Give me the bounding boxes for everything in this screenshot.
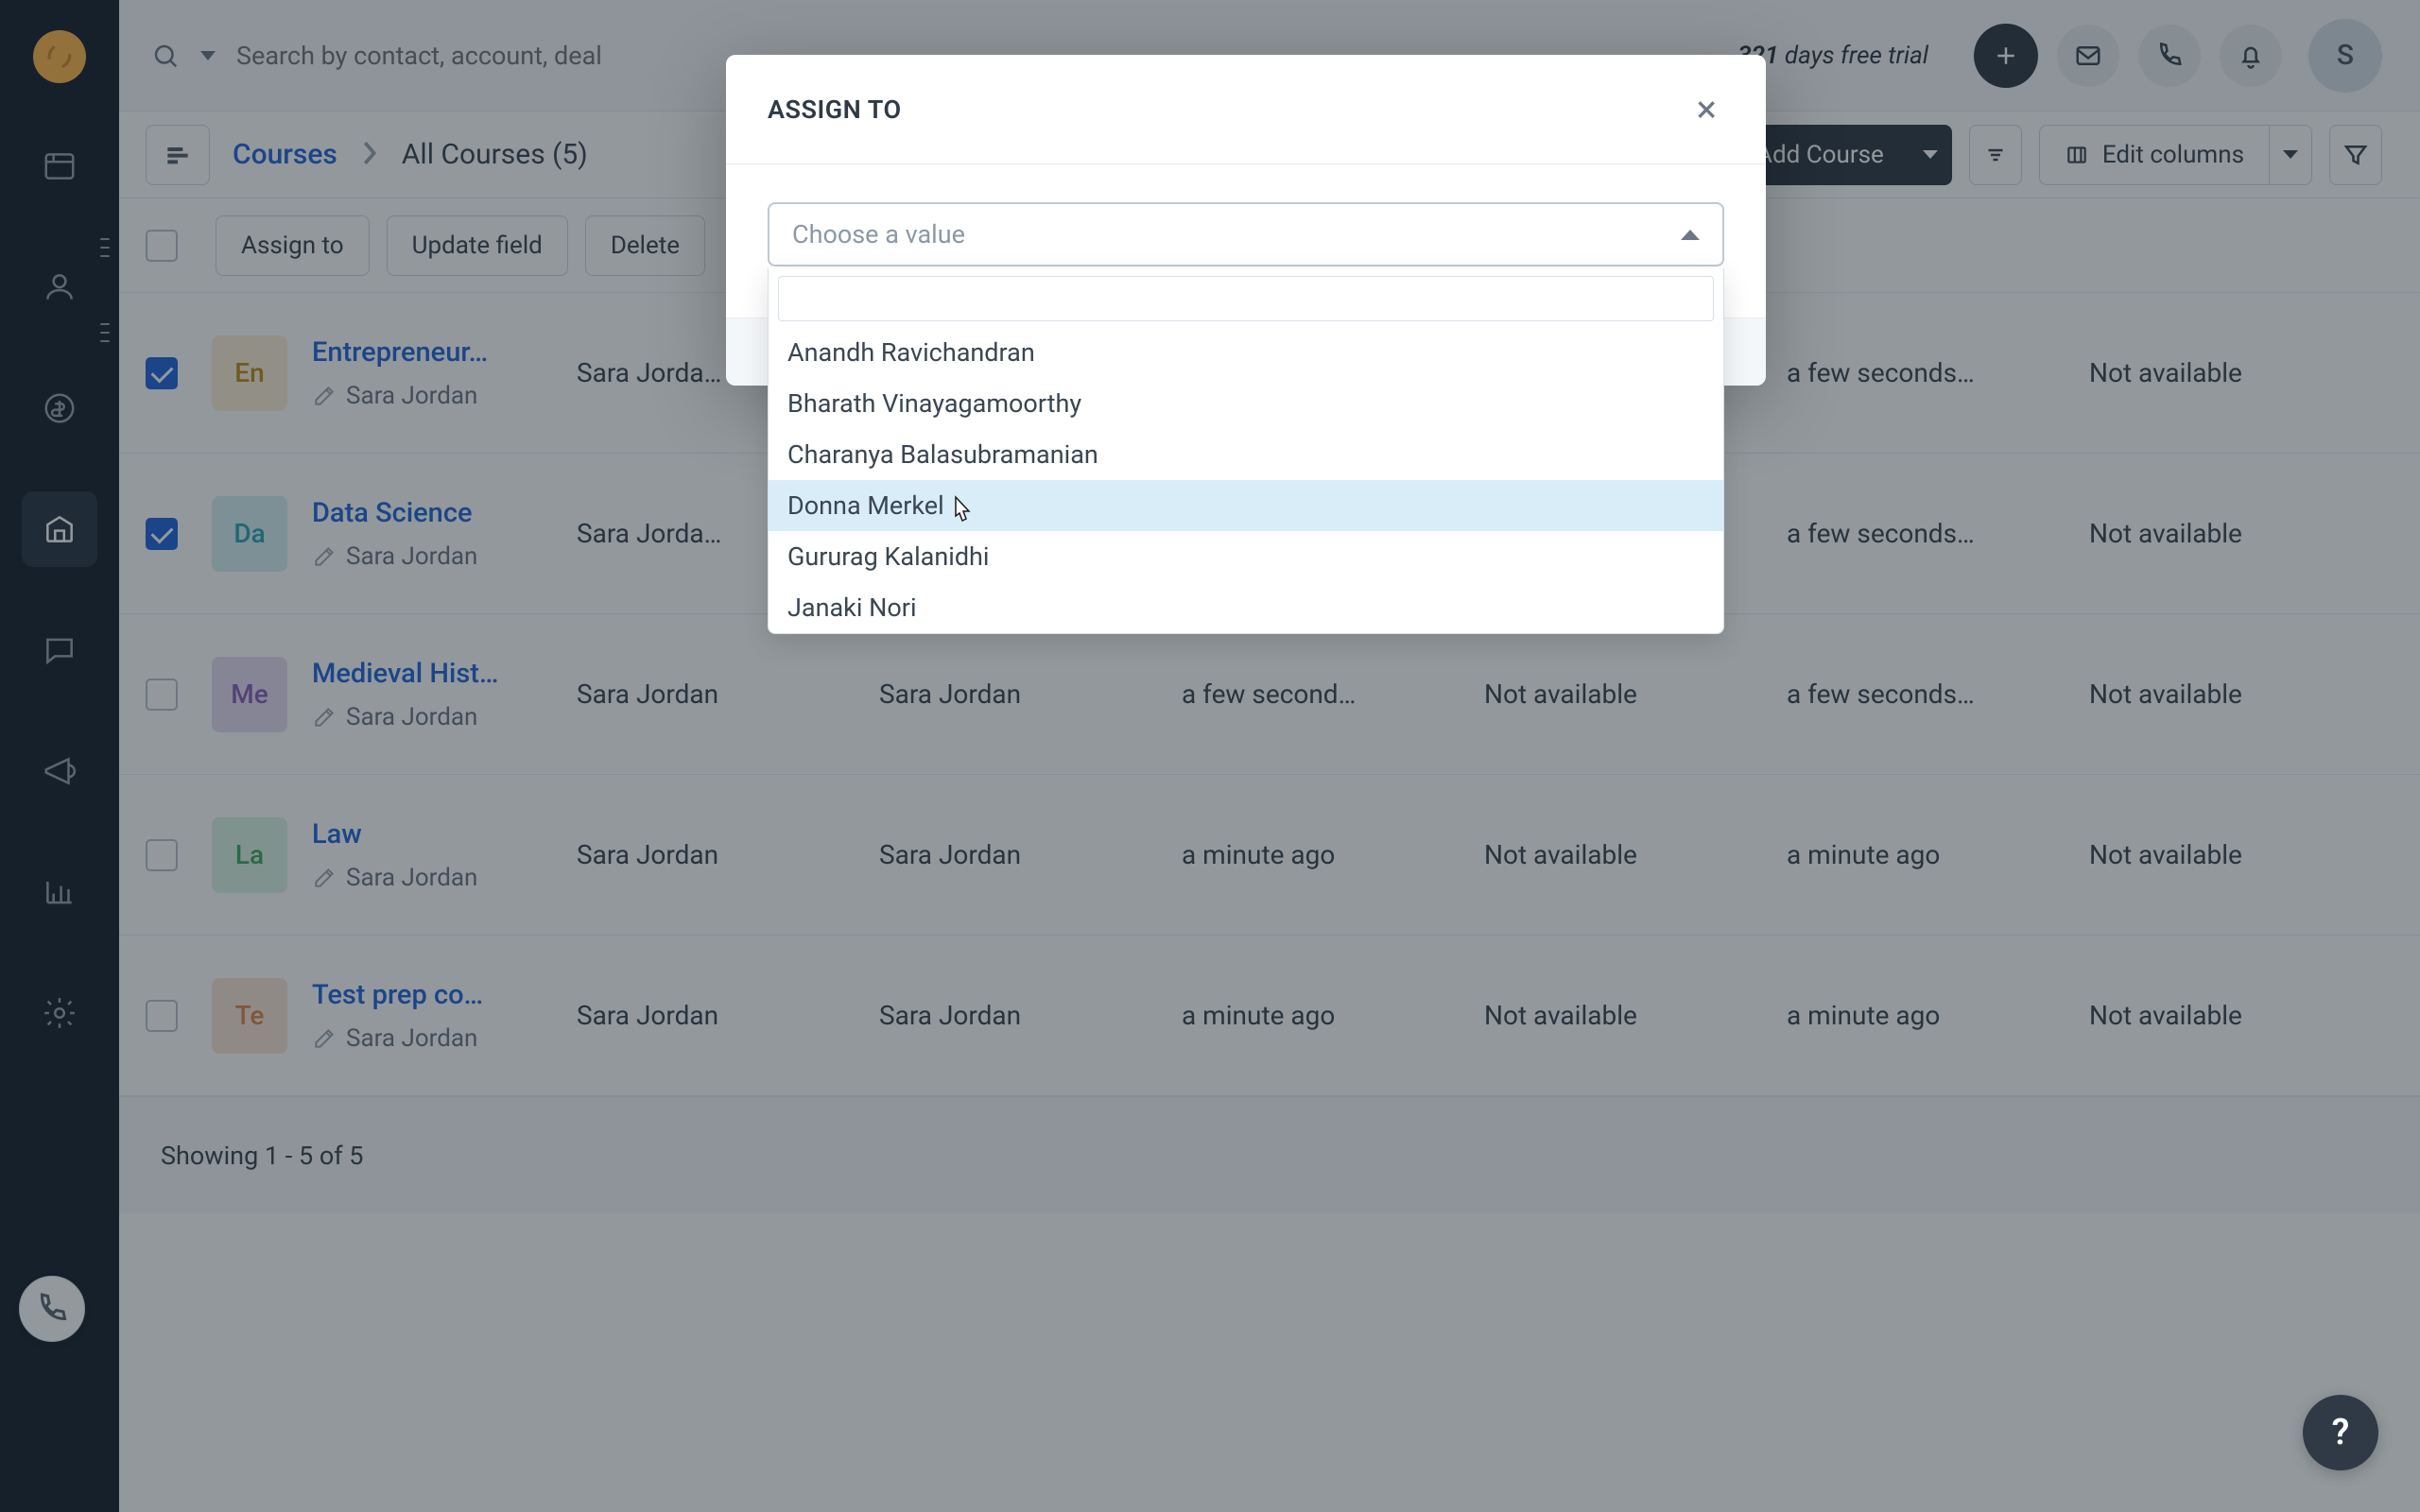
combobox-option[interactable]: Bharath Vinayagamoorthy — [769, 378, 1723, 429]
assign-to-modal: ASSIGN TO × Choose a value Anandh Ravich… — [726, 55, 1766, 386]
assignee-combobox: Choose a value Anandh RavichandranBharat… — [768, 202, 1724, 266]
combobox-placeholder: Choose a value — [792, 219, 965, 249]
modal-title: ASSIGN TO — [768, 94, 902, 125]
modal-close-button[interactable]: × — [1689, 83, 1724, 136]
modal-body: Choose a value Anandh RavichandranBharat… — [726, 164, 1766, 318]
modal-header: ASSIGN TO × — [726, 55, 1766, 164]
combobox-field[interactable]: Choose a value — [768, 202, 1724, 266]
combobox-listbox: Anandh RavichandranBharath Vinayagamoort… — [768, 268, 1724, 634]
combobox-option[interactable]: Charanya Balasubramanian — [769, 429, 1723, 480]
combobox-option[interactable]: Gururag Kalanidhi — [769, 531, 1723, 582]
combobox-option[interactable]: Janaki Nori — [769, 582, 1723, 633]
help-button[interactable]: ? — [2303, 1395, 2378, 1470]
chevron-up-icon — [1681, 230, 1700, 240]
combobox-option[interactable]: Anandh Ravichandran — [769, 327, 1723, 378]
pointer-cursor-icon — [947, 495, 974, 527]
combobox-option[interactable]: Donna Merkel — [769, 480, 1723, 531]
combobox-search-input[interactable] — [778, 276, 1714, 321]
